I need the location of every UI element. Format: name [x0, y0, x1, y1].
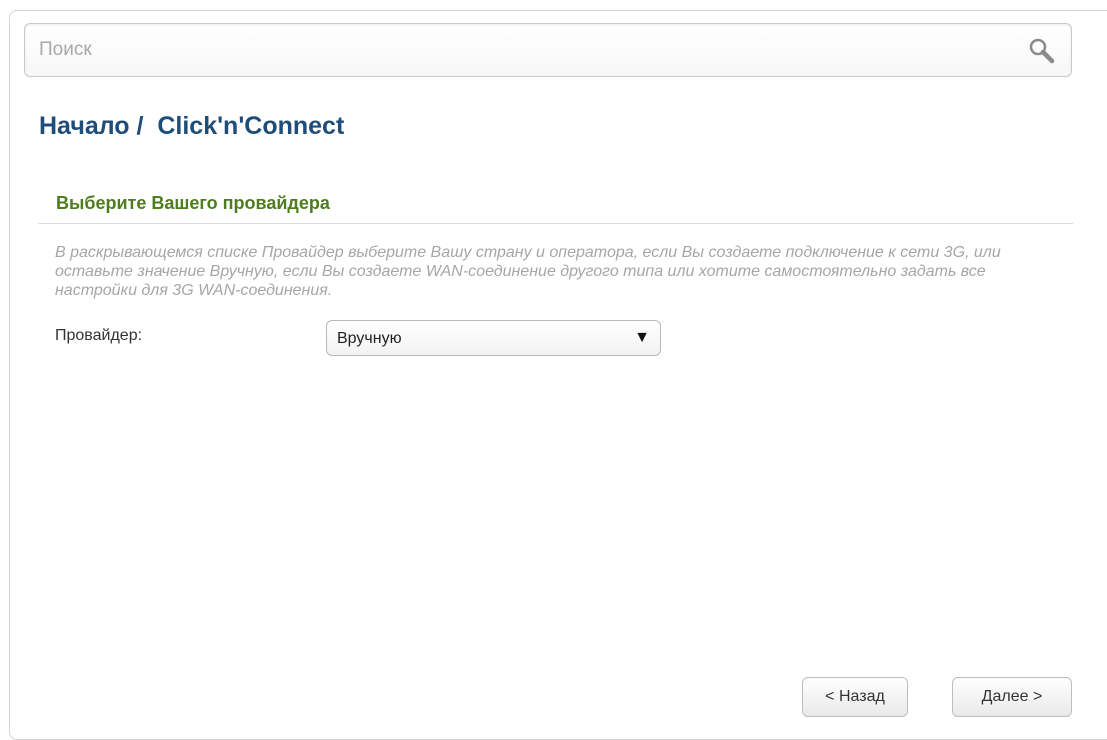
- dropdown-arrow-icon: ▼: [634, 329, 650, 346]
- page-title: Начало / Click'n'Connect: [39, 112, 345, 140]
- search-icon[interactable]: [1027, 36, 1057, 66]
- search-input[interactable]: [39, 34, 999, 66]
- section-description: В раскрывающемся списке Провайдер выбери…: [55, 244, 1001, 299]
- provider-select-value: Вручную: [337, 330, 402, 347]
- next-button[interactable]: Далее >: [952, 677, 1072, 717]
- provider-label: Провайдер:: [55, 327, 143, 344]
- section-divider: [38, 223, 1073, 224]
- search-box[interactable]: [24, 23, 1072, 77]
- provider-select[interactable]: Вручную ▼: [326, 320, 661, 356]
- section-title: Выберите Вашего провайдера: [56, 193, 330, 213]
- back-button[interactable]: < Назад: [802, 677, 908, 717]
